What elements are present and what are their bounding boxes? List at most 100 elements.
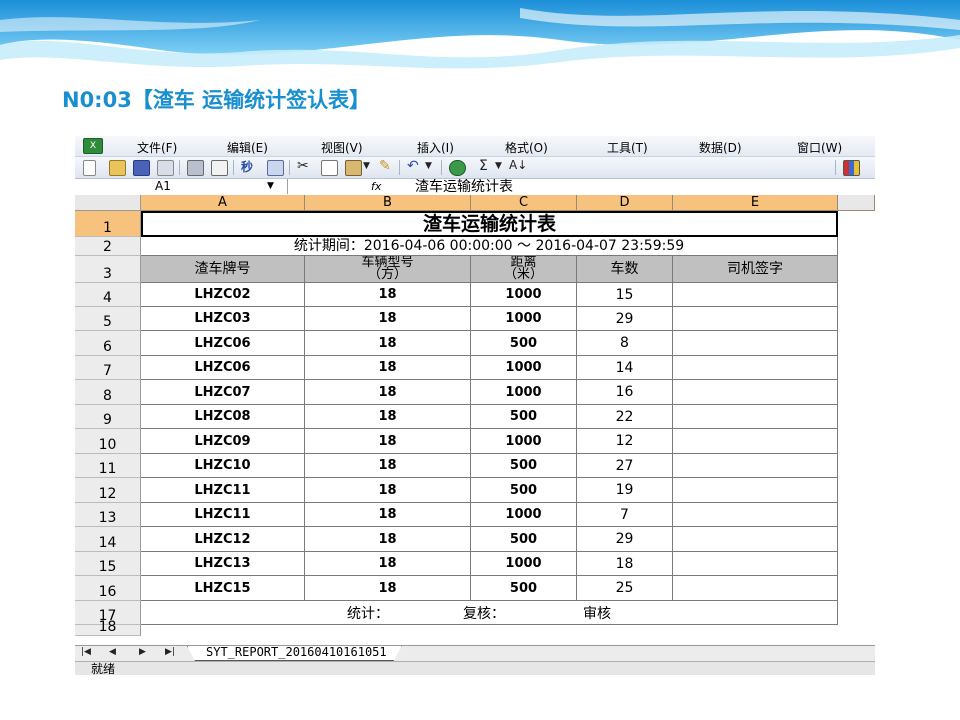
menu-window[interactable]: 窗口(W) <box>797 139 842 156</box>
paste-icon[interactable] <box>345 160 362 176</box>
cell-plate[interactable]: LHZC06 <box>141 356 305 380</box>
cell-signature[interactable] <box>673 356 838 380</box>
format-painter-icon[interactable]: ✎ <box>379 158 391 174</box>
excel-logo-icon[interactable]: X <box>83 138 103 154</box>
undo-icon[interactable]: ↶ <box>407 158 419 174</box>
new-file-icon[interactable] <box>83 160 96 176</box>
footer-cell[interactable]: 统计： 复核： 审核 <box>141 601 838 625</box>
column-header-c[interactable]: C <box>471 195 577 211</box>
last-sheet-icon[interactable]: ▶| <box>165 647 175 657</box>
header-plate[interactable]: 渣车牌号 <box>141 256 305 283</box>
menu-tools[interactable]: 工具(T) <box>607 139 648 156</box>
cell-model[interactable]: 18 <box>305 478 471 503</box>
autosum-icon[interactable]: Σ <box>479 158 488 174</box>
cell-distance[interactable]: 1000 <box>471 552 577 576</box>
cell-plate[interactable]: LHZC02 <box>141 283 305 307</box>
cell-signature[interactable] <box>673 429 838 454</box>
cell-distance[interactable]: 1000 <box>471 380 577 405</box>
menu-view[interactable]: 视图(V) <box>321 139 363 156</box>
cell-count[interactable]: 22 <box>577 405 673 429</box>
copy-icon[interactable] <box>321 160 338 176</box>
cell-plate[interactable]: LHZC06 <box>141 331 305 356</box>
cell-signature[interactable] <box>673 380 838 405</box>
menu-file[interactable]: 文件(F) <box>137 139 177 156</box>
cell-signature[interactable] <box>673 478 838 503</box>
cell-distance[interactable]: 1000 <box>471 283 577 307</box>
cell-plate[interactable]: LHZC11 <box>141 503 305 527</box>
menu-data[interactable]: 数据(D) <box>699 139 742 156</box>
sort-ascending-icon[interactable]: A↓ <box>509 158 527 172</box>
prev-sheet-icon[interactable]: ◀ <box>109 647 116 657</box>
row-header-10[interactable]: 10 <box>75 429 141 454</box>
cell-signature[interactable] <box>673 405 838 429</box>
print-icon[interactable] <box>187 160 204 176</box>
row-header-1[interactable]: 1 <box>75 211 141 237</box>
header-model[interactable]: 车辆型号 （方） <box>305 256 471 283</box>
menu-insert[interactable]: 插入(I) <box>417 139 454 156</box>
sheet-tab-syt-report[interactable]: SYT_REPORT_20160410161051 <box>187 646 402 661</box>
row-header-12[interactable]: 12 <box>75 478 141 503</box>
autosum-dropdown-icon[interactable]: ▼ <box>495 161 502 171</box>
cell-distance[interactable]: 1000 <box>471 503 577 527</box>
cell-signature[interactable] <box>673 331 838 356</box>
cell-distance[interactable]: 500 <box>471 454 577 478</box>
select-all-corner[interactable] <box>75 195 141 211</box>
cell-distance[interactable]: 1000 <box>471 307 577 331</box>
cell-distance[interactable]: 1000 <box>471 356 577 380</box>
cell-model[interactable]: 18 <box>305 576 471 601</box>
cell-signature[interactable] <box>673 283 838 307</box>
cell-plate[interactable]: LHZC11 <box>141 478 305 503</box>
row-header-13[interactable]: 13 <box>75 503 141 527</box>
row-header-2[interactable]: 2 <box>75 237 141 256</box>
cell-count[interactable]: 7 <box>577 503 673 527</box>
cell-model[interactable]: 18 <box>305 307 471 331</box>
cell-model[interactable]: 18 <box>305 380 471 405</box>
cell-count[interactable]: 29 <box>577 527 673 552</box>
formula-input[interactable]: 渣车运输统计表 <box>415 179 513 195</box>
column-header-d[interactable]: D <box>577 195 673 211</box>
row-header-16[interactable]: 16 <box>75 576 141 601</box>
cell-plate[interactable]: LHZC03 <box>141 307 305 331</box>
chart-wizard-icon[interactable] <box>843 160 860 176</box>
cell-distance[interactable]: 500 <box>471 576 577 601</box>
cell-plate[interactable]: LHZC07 <box>141 380 305 405</box>
cell-model[interactable]: 18 <box>305 331 471 356</box>
row-header-14[interactable]: 14 <box>75 527 141 552</box>
name-box[interactable]: A1 ▼ <box>75 179 288 194</box>
menu-format[interactable]: 格式(O) <box>505 139 548 156</box>
cell-count[interactable]: 15 <box>577 283 673 307</box>
cell-plate[interactable]: LHZC10 <box>141 454 305 478</box>
research-icon[interactable] <box>267 160 284 176</box>
cell-signature[interactable] <box>673 454 838 478</box>
fx-icon[interactable]: fx <box>371 179 381 194</box>
cell-distance[interactable]: 500 <box>471 405 577 429</box>
row-header-7[interactable]: 7 <box>75 356 141 380</box>
row-header-11[interactable]: 11 <box>75 454 141 478</box>
cell-count[interactable]: 14 <box>577 356 673 380</box>
cell-model[interactable]: 18 <box>305 552 471 576</box>
cell-distance[interactable]: 500 <box>471 527 577 552</box>
cell-count[interactable]: 8 <box>577 331 673 356</box>
period-cell[interactable]: 统计期间：2016-04-06 00:00:00 ～ 2016-04-07 23… <box>141 237 838 256</box>
cell-count[interactable]: 18 <box>577 552 673 576</box>
cell-signature[interactable] <box>673 552 838 576</box>
row-header-6[interactable]: 6 <box>75 331 141 356</box>
cell-plate[interactable]: LHZC15 <box>141 576 305 601</box>
print-preview-icon[interactable] <box>211 160 228 176</box>
cell-plate[interactable]: LHZC12 <box>141 527 305 552</box>
header-signature[interactable]: 司机签字 <box>673 256 838 283</box>
cell-distance[interactable]: 500 <box>471 478 577 503</box>
cell-model[interactable]: 18 <box>305 405 471 429</box>
cell-model[interactable]: 18 <box>305 429 471 454</box>
cell-model[interactable]: 18 <box>305 356 471 380</box>
paste-dropdown-icon[interactable]: ▼ <box>363 161 370 171</box>
cell-model[interactable]: 18 <box>305 503 471 527</box>
permission-icon[interactable] <box>157 160 174 176</box>
cell-signature[interactable] <box>673 576 838 601</box>
undo-dropdown-icon[interactable]: ▼ <box>425 161 432 171</box>
cell-count[interactable]: 16 <box>577 380 673 405</box>
menu-edit[interactable]: 编辑(E) <box>227 139 268 156</box>
cell-signature[interactable] <box>673 307 838 331</box>
cell-count[interactable]: 12 <box>577 429 673 454</box>
row-header-5[interactable]: 5 <box>75 307 141 331</box>
